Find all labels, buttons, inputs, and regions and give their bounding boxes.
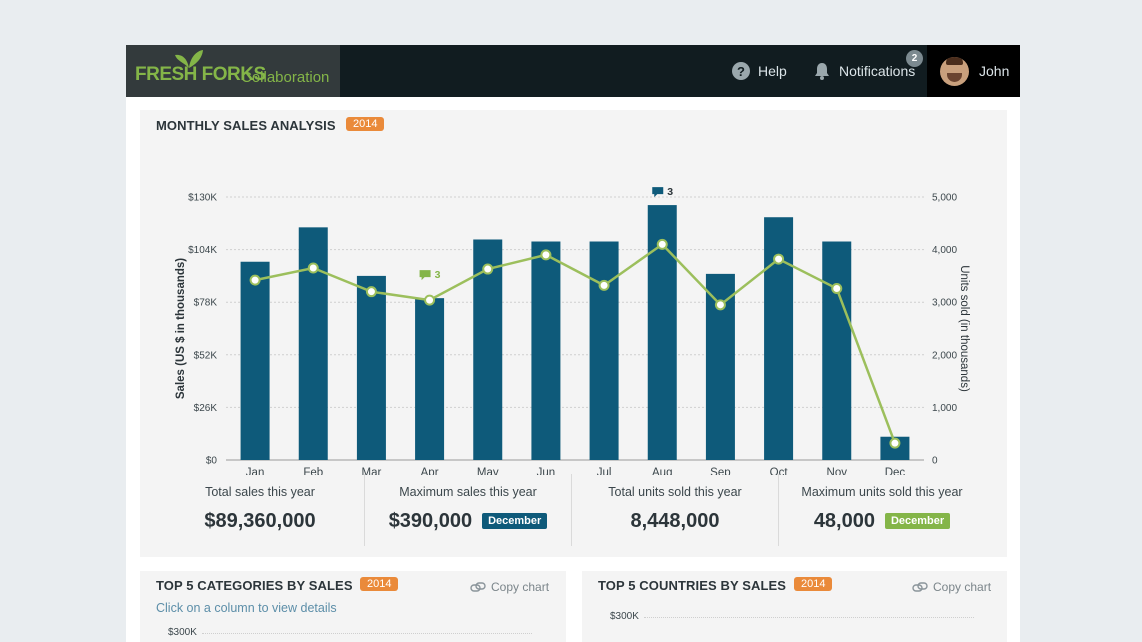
link-icon <box>912 582 928 592</box>
stat-total-sales: Total sales this year $89,360,000 <box>156 474 364 546</box>
sales-bar-feb <box>298 227 328 460</box>
stat-max-sales: Maximum sales this year $390,000 December <box>364 474 572 546</box>
top-categories-panel: TOP 5 CATEGORIES BY SALES 2014 Copy char… <box>140 571 566 642</box>
units-point-sep <box>714 299 726 311</box>
panel-title: TOP 5 CATEGORIES BY SALES <box>156 578 353 593</box>
units-point-feb <box>307 262 319 274</box>
app-window: FRESH FORKS Collaboration ? Help Notific… <box>126 45 1020 642</box>
copy-chart-button[interactable]: Copy chart <box>470 580 549 594</box>
comment-icon <box>419 270 431 281</box>
brand-subtitle: Collaboration <box>241 69 330 86</box>
user-menu[interactable]: John <box>927 45 1020 97</box>
stat-value: 48,000 December <box>778 510 986 533</box>
units-point-jun <box>540 249 552 261</box>
copy-chart-button[interactable]: Copy chart <box>912 580 991 594</box>
y-right-tick-label: 5,000 <box>932 193 957 204</box>
month-tag: December <box>884 513 951 529</box>
y-left-tick-label: $0 <box>206 456 218 467</box>
stat-value: 8,448,000 <box>571 510 779 533</box>
panel-title: TOP 5 COUNTRIES BY SALES <box>598 578 787 593</box>
y-right-tick-label: 1,000 <box>932 403 957 414</box>
axis-tick-label: $300K <box>610 611 639 622</box>
year-badge: 2014 <box>794 577 833 591</box>
top-countries-panel: TOP 5 COUNTRIES BY SALES 2014 Copy chart… <box>582 571 1007 642</box>
avatar <box>940 56 969 86</box>
y-right-tick-label: 2,000 <box>932 350 957 361</box>
user-name: John <box>979 63 1010 79</box>
units-point-may <box>482 263 494 275</box>
y-right-tick-label: 4,000 <box>932 245 957 256</box>
sales-bar-mar <box>356 275 386 460</box>
gridline <box>644 617 974 618</box>
notifications-count-badge: 2 <box>906 50 923 67</box>
units-point-aug <box>656 238 668 250</box>
stat-value-text: 8,448,000 <box>630 510 720 532</box>
units-point-jul <box>598 279 610 291</box>
stat-value: $89,360,000 <box>156 510 364 533</box>
stat-label: Maximum units sold this year <box>801 485 963 499</box>
units-point-dec <box>889 437 901 449</box>
stat-total-units: Total units sold this year 8,448,000 <box>571 474 779 546</box>
units-point-jan <box>249 274 261 286</box>
comment-icon <box>652 187 664 198</box>
sales-bar-jul <box>589 241 619 460</box>
top-navigation-bar: FRESH FORKS Collaboration ? Help Notific… <box>126 45 1020 97</box>
sales-bar-nov <box>822 241 852 460</box>
axis-tick-label: $300K <box>168 627 197 638</box>
stat-value-text: $89,360,000 <box>204 510 316 532</box>
units-sold-line <box>254 242 897 444</box>
help-link[interactable]: ? Help <box>732 61 787 81</box>
copy-chart-label: Copy chart <box>933 580 992 594</box>
sales-bar-jan <box>240 261 270 460</box>
gridline <box>202 633 532 634</box>
y-right-axis-label: Units sold (in thousands) <box>958 265 970 392</box>
brand-logo[interactable]: FRESH FORKS Collaboration <box>126 45 340 97</box>
comment-count: 3 <box>667 186 673 198</box>
y-left-tick-label: $78K <box>194 298 218 309</box>
sales-chart: $0 $26K $52K $78K $104K $130K 0 1,000 2,000 3,000… <box>175 186 970 475</box>
y-left-tick-label: $104K <box>188 245 217 256</box>
units-point-mar <box>365 286 377 298</box>
y-left-tick-label: $26K <box>194 403 218 414</box>
units-point-apr <box>424 294 436 306</box>
stat-max-units: Maximum units sold this year 48,000 Decem… <box>778 474 986 546</box>
link-icon <box>470 582 486 592</box>
notifications-link[interactable]: Notifications <box>814 61 915 81</box>
y-right-tick-label: 3,000 <box>932 298 957 309</box>
copy-chart-label: Copy chart <box>491 580 550 594</box>
stats-row: Total sales this year $89,360,000 Maximu… <box>140 474 1007 549</box>
stat-label: Total units sold this year <box>608 485 742 499</box>
year-badge: 2014 <box>360 577 399 591</box>
stat-label: Total sales this year <box>205 485 315 499</box>
units-point-nov <box>831 283 843 295</box>
stat-value-text: 48,000 <box>813 510 875 532</box>
y-left-tick-label: $52K <box>194 350 218 361</box>
help-label: Help <box>758 63 787 79</box>
sales-bar-jun <box>531 241 561 460</box>
units-point-oct <box>773 253 785 265</box>
panel-subtitle: Click on a column to view details <box>156 601 337 615</box>
help-icon: ? <box>732 62 750 80</box>
stat-value: $390,000 December <box>364 510 572 533</box>
comment-count: 3 <box>435 269 441 281</box>
bell-icon <box>815 63 829 80</box>
stat-label: Maximum sales this year <box>399 485 537 499</box>
y-left-axis-label: Sales (US $ in thousands) <box>175 258 187 399</box>
y-left-tick-label: $130K <box>188 193 217 204</box>
stat-value-text: $390,000 <box>388 510 473 532</box>
month-tag: December <box>482 513 548 529</box>
notifications-label: Notifications <box>839 63 916 79</box>
monthly-sales-panel: MONTHLY SALES ANALYSIS 2014 $0 $26K $52K $7… <box>140 110 1007 557</box>
sales-bar-apr <box>415 298 445 460</box>
y-right-tick-label: 0 <box>932 456 938 467</box>
